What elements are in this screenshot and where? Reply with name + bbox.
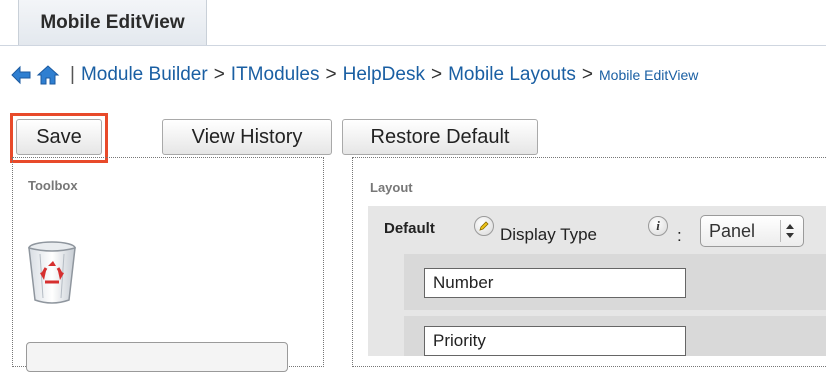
home-icon[interactable] [36,64,60,86]
restore-default-label: Restore Default [370,125,510,148]
layout-field-priority[interactable]: Priority [424,326,686,356]
display-type-value: Panel [709,220,756,241]
layout-field-number[interactable]: Number [424,268,686,298]
breadcrumb-mobile-layouts[interactable]: Mobile Layouts [448,64,576,86]
recycle-bin-icon[interactable] [26,240,78,306]
layout-title: Layout [370,180,413,195]
breadcrumb-separator: | [70,64,75,85]
field-label: Number [433,273,494,292]
edit-pencil-icon[interactable] [474,216,494,236]
toolbox-field-item[interactable] [26,342,288,372]
restore-default-button[interactable]: Restore Default [342,119,538,155]
tab-label: Mobile EditView [40,12,185,33]
view-history-button[interactable]: View History [162,119,332,155]
breadcrumb-arrow: > [581,64,593,85]
toolbox-title: Toolbox [28,178,78,193]
breadcrumb-current: Mobile EditView [599,67,699,83]
breadcrumb-arrow: > [430,64,443,85]
panel-name-label: Default [384,220,435,237]
breadcrumb-module-builder[interactable]: Module Builder [81,64,208,86]
breadcrumb-arrow: > [325,64,337,85]
display-type-colon: : [677,226,682,245]
save-button-label: Save [36,125,82,148]
breadcrumb-helpdesk[interactable]: HelpDesk [343,64,425,86]
breadcrumb-arrow: > [213,64,225,85]
view-history-label: View History [191,125,303,148]
display-type-label: Display Type [500,225,598,244]
tab-mobile-editview[interactable]: Mobile EditView [18,0,207,46]
back-arrow-icon[interactable] [10,65,32,85]
tab-divider [0,45,826,46]
save-button[interactable]: Save [16,119,102,155]
info-icon[interactable]: i [648,216,668,236]
select-arrows-icon [780,220,799,242]
field-label: Priority [433,331,486,350]
breadcrumb-itmodules[interactable]: ITModules [231,64,320,86]
display-type-select[interactable]: Panel [700,215,804,247]
breadcrumb: | Module Builder > ITModules > HelpDesk … [10,60,698,90]
